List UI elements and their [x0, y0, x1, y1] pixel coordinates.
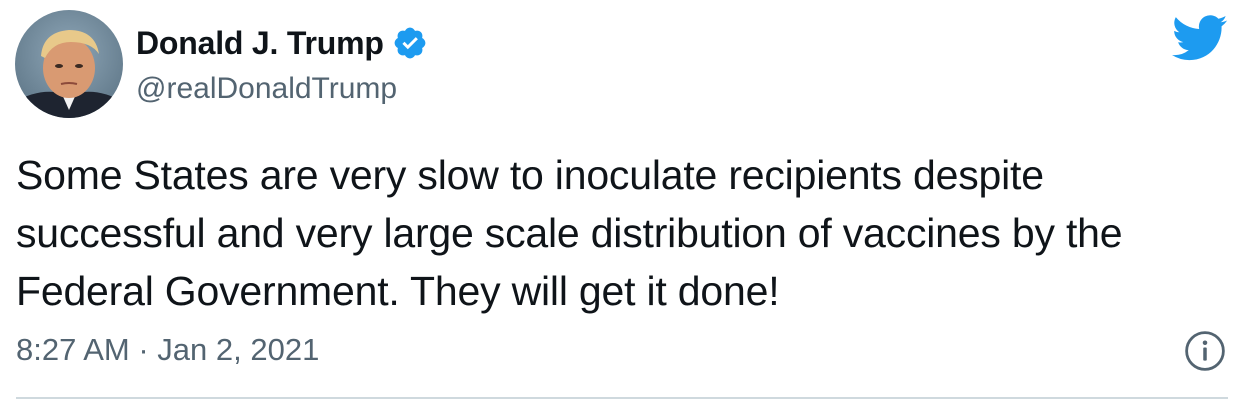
user-handle[interactable]: @realDonaldTrump	[136, 72, 428, 106]
tweet-text: Some States are very slow to inoculate r…	[16, 152, 1123, 314]
twitter-bird-icon[interactable]	[1172, 14, 1228, 64]
avatar[interactable]	[15, 10, 123, 118]
avatar-image	[15, 10, 123, 118]
divider	[16, 397, 1228, 399]
info-icon[interactable]	[1184, 330, 1226, 372]
verified-badge-icon	[392, 25, 428, 61]
author-block: Donald J. Trump @realDonaldTrump	[136, 20, 428, 106]
tweet-card: Donald J. Trump @realDonaldTrump Some St…	[0, 0, 1240, 401]
display-name[interactable]: Donald J. Trump	[136, 25, 384, 62]
tweet-timestamp[interactable]: 8:27 AM · Jan 2, 2021	[16, 332, 319, 368]
name-row: Donald J. Trump	[136, 20, 428, 66]
